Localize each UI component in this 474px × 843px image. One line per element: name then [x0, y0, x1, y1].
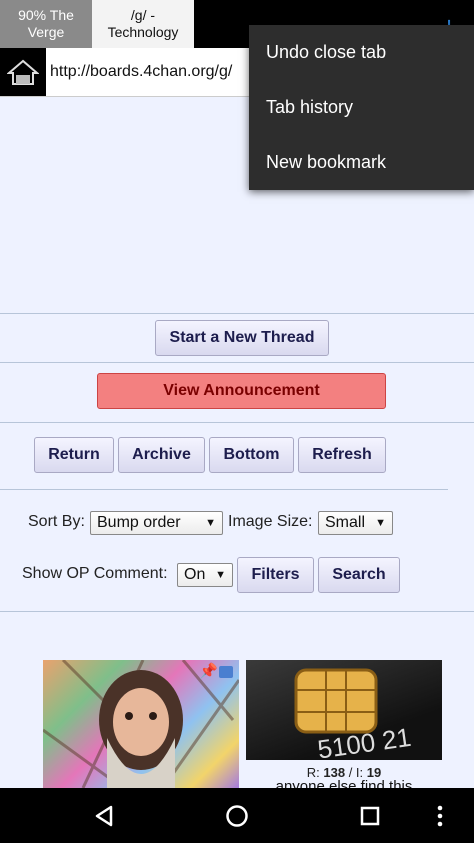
divider [0, 313, 474, 314]
menu-item-undo-close-tab[interactable]: Undo close tab [249, 25, 474, 80]
filters-button[interactable]: Filters [237, 557, 314, 593]
system-navigation-bar [0, 788, 474, 843]
bottom-button[interactable]: Bottom [209, 437, 294, 473]
divider [0, 422, 474, 423]
image-size-label: Image Size: [228, 513, 313, 530]
home-circle-icon [226, 804, 248, 827]
archive-button[interactable]: Archive [118, 437, 205, 473]
sort-by-select[interactable]: Bump order ▼ [90, 511, 223, 535]
sort-by-label: Sort By: [28, 513, 85, 530]
thread-thumbnail[interactable]: 5100 21 [246, 660, 442, 760]
sort-by-value: Bump order [97, 514, 181, 531]
image-size-value: Small [325, 514, 366, 531]
overflow-menu-button[interactable] [410, 788, 470, 843]
dropdown-arrow-icon: ▼ [215, 569, 226, 581]
divider [0, 489, 448, 490]
home-icon [7, 59, 39, 85]
menu-item-new-bookmark[interactable]: New bookmark [249, 135, 474, 190]
back-triangle-icon [95, 805, 113, 826]
thread-thumbnail[interactable]: 📌 [43, 660, 239, 788]
chip-card-image: 5100 21 [294, 668, 413, 760]
url-field[interactable]: http://boards.4chan.org/g/ [50, 48, 260, 96]
view-announcement-button[interactable]: View Announcement [97, 373, 386, 409]
start-new-thread-button[interactable]: Start a New Thread [155, 320, 329, 356]
recents-square-icon [360, 806, 380, 825]
home-button[interactable] [0, 48, 46, 96]
sticky-pin-icon: 📌 [199, 663, 218, 680]
show-op-comment-value: On [184, 566, 206, 583]
image-size-select[interactable]: Small ▼ [318, 511, 393, 535]
tab-label: /g/ - Technology [107, 7, 179, 40]
dropdown-arrow-icon: ▼ [205, 517, 216, 529]
tab-label: 90% The Verge [18, 7, 74, 40]
tab-the-verge[interactable]: 90% The Verge [0, 0, 92, 48]
more-vertical-icon [437, 805, 443, 826]
tab-technology[interactable]: /g/ - Technology [92, 0, 194, 48]
divider [0, 611, 474, 612]
dropdown-arrow-icon: ▼ [375, 517, 386, 529]
menu-item-tab-history[interactable]: Tab history [249, 80, 474, 135]
lock-icon [219, 666, 233, 678]
search-button[interactable]: Search [318, 557, 400, 593]
overflow-menu: Undo close tab Tab history New bookmark [249, 25, 474, 190]
return-button[interactable]: Return [34, 437, 114, 473]
divider [0, 362, 474, 363]
home-nav-button[interactable] [207, 788, 267, 843]
show-op-comment-select[interactable]: On ▼ [177, 563, 233, 587]
show-op-comment-label: Show OP Comment: [22, 565, 168, 582]
refresh-button[interactable]: Refresh [298, 437, 386, 473]
recents-button[interactable] [340, 788, 400, 843]
back-button[interactable] [74, 788, 134, 843]
